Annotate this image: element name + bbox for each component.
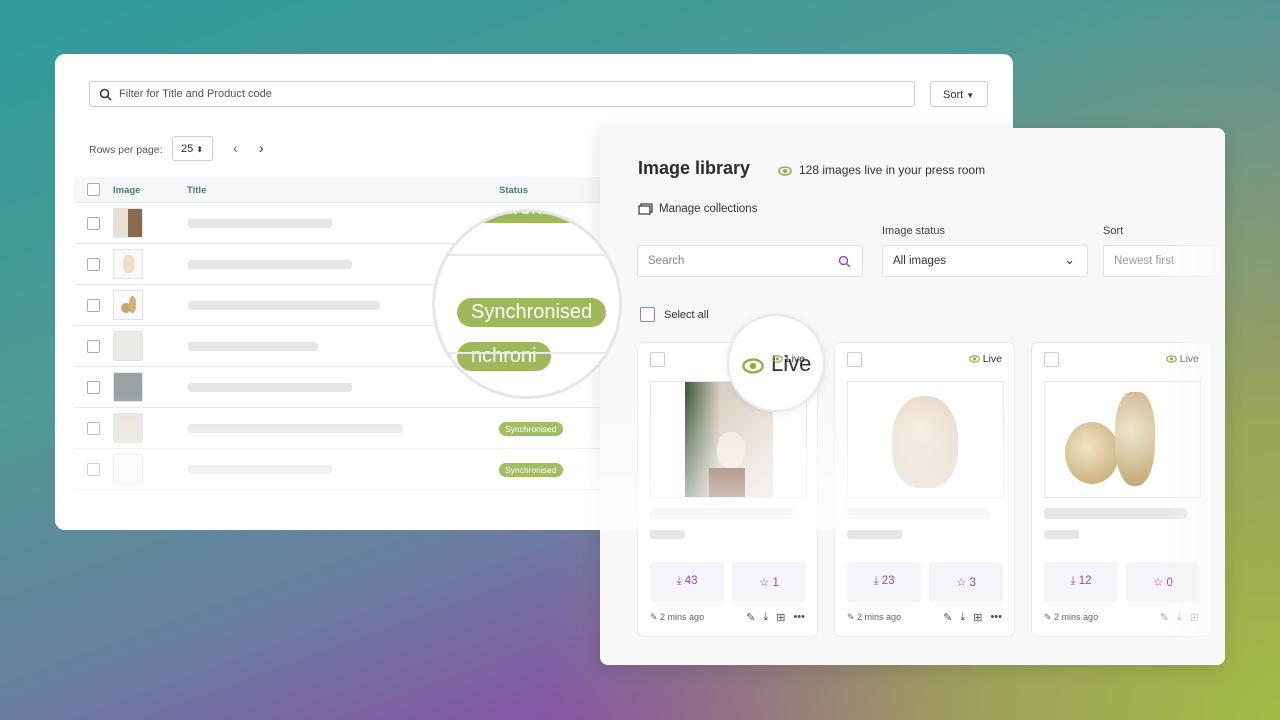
favorites-value: 3 — [969, 577, 976, 589]
updated-time: ✎ 2 mins ago — [847, 612, 902, 622]
edit-icon[interactable]: ✎ — [746, 611, 755, 624]
download-icon[interactable]: ⤓ — [960, 611, 965, 624]
row-checkbox[interactable] — [87, 217, 100, 230]
rows-per-page-label: Rows per page: — [89, 144, 163, 156]
title-placeholder — [188, 342, 318, 351]
next-page-button[interactable]: › — [259, 140, 264, 156]
download-icon[interactable]: ⤓ — [763, 611, 768, 624]
select-all-checkbox[interactable]: Select all — [640, 307, 709, 322]
row-checkbox[interactable] — [87, 340, 100, 353]
sort-label: Sort — [1103, 225, 1124, 237]
folders-icon — [638, 203, 653, 215]
manage-collections-link[interactable]: Manage collections — [638, 203, 757, 215]
rows-per-page-select[interactable]: 25 ⬍ — [172, 136, 213, 161]
column-status: Status — [499, 185, 529, 196]
magnified-status-badge: Synchronised — [457, 298, 607, 327]
row-checkbox[interactable] — [87, 381, 100, 394]
live-indicator: Live — [771, 353, 805, 365]
favorites-value: 1 — [772, 577, 779, 589]
downloads-value: 43 — [684, 575, 698, 587]
filter-placeholder: Filter for Title and Product code — [119, 88, 272, 100]
updated-text: 2 mins ago — [1054, 612, 1099, 622]
card-checkbox[interactable] — [1044, 352, 1059, 367]
live-indicator: Live — [1165, 353, 1199, 365]
more-icon[interactable]: ••• — [793, 611, 805, 624]
sort-button[interactable]: Sort ▼ — [930, 81, 988, 107]
column-image: Image — [113, 185, 141, 196]
eye-icon — [778, 166, 792, 176]
updated-time: ✎ 2 mins ago — [1044, 612, 1099, 622]
favorites-count[interactable]: ☆ 3 — [929, 562, 1003, 602]
card-checkbox[interactable] — [847, 352, 862, 367]
updated-text: 2 mins ago — [857, 612, 902, 622]
select-all-checkbox[interactable] — [87, 183, 100, 196]
filter-input[interactable]: Filter for Title and Product code — [89, 81, 915, 107]
eye-icon — [742, 358, 764, 374]
updated-text: 2 mins ago — [660, 612, 705, 622]
manage-collections-label: Manage collections — [659, 203, 758, 215]
product-thumbnail — [113, 290, 143, 320]
title-placeholder — [188, 301, 380, 310]
favorites-count[interactable]: ☆ 1 — [732, 562, 806, 602]
title-placeholder — [188, 383, 352, 392]
title-placeholder — [188, 219, 332, 228]
live-summary: 128 images live in your press room — [778, 163, 985, 177]
product-thumbnail — [113, 249, 143, 279]
search-icon — [99, 88, 112, 101]
chevron-down-icon: ⌄ — [1064, 252, 1075, 267]
status-badge: Synchronised — [499, 463, 563, 477]
product-thumbnail — [113, 331, 143, 361]
row-checkbox[interactable] — [87, 258, 100, 271]
sort-arrows-icon: ⬍ — [196, 145, 204, 154]
checkbox[interactable] — [640, 307, 655, 322]
search-input[interactable]: Search — [637, 245, 863, 277]
eye-icon — [1165, 355, 1177, 363]
select-all-label: Select all — [664, 309, 709, 321]
image-status-value: All images — [893, 255, 947, 267]
row-checkbox[interactable] — [87, 299, 100, 312]
card-checkbox[interactable] — [650, 352, 665, 367]
product-thumbnail — [113, 208, 143, 238]
page-title: Image library — [638, 158, 751, 178]
search-icon — [838, 255, 851, 268]
magnified-status-partial: ynchronise — [457, 212, 582, 223]
search-placeholder: Search — [648, 255, 685, 267]
downloads-count: ⤓ 12 — [1044, 562, 1118, 602]
live-label: Live — [982, 353, 1002, 365]
add-to-folder-icon[interactable]: ⊞ — [973, 611, 982, 624]
status-badge: Synchronised — [499, 422, 563, 436]
title-placeholder — [188, 260, 352, 269]
column-title: Title — [187, 185, 207, 196]
status-magnifier: ynchronise nchroni Synchronised — [432, 209, 622, 399]
downloads-value: 23 — [881, 575, 895, 587]
downloads-count: ⤓ 43 — [650, 562, 724, 602]
live-indicator: Live — [968, 353, 1002, 365]
live-summary-text: 128 images live in your press room — [799, 163, 986, 177]
updated-time: ✎ 2 mins ago — [650, 612, 705, 622]
live-label: Live — [1179, 353, 1199, 365]
image-status-select[interactable]: All images ⌄ — [882, 245, 1088, 277]
downloads-count: ⤓ 23 — [847, 562, 921, 602]
downloads-value: 12 — [1078, 575, 1092, 587]
rows-per-page-value: 25 — [181, 143, 194, 155]
add-to-folder-icon[interactable]: ⊞ — [776, 611, 785, 624]
edit-icon[interactable]: ✎ — [943, 611, 952, 624]
sort-label: Sort — [943, 89, 964, 101]
more-icon[interactable]: ••• — [990, 611, 1002, 624]
magnified-status-partial: nchroni — [457, 342, 551, 371]
eye-icon — [771, 355, 783, 363]
prev-page-button[interactable]: ‹ — [233, 140, 238, 156]
image-status-label: Image status — [882, 225, 945, 237]
live-label: Live — [785, 353, 805, 365]
caret-down-icon: ▼ — [966, 91, 975, 100]
eye-icon — [968, 355, 980, 363]
